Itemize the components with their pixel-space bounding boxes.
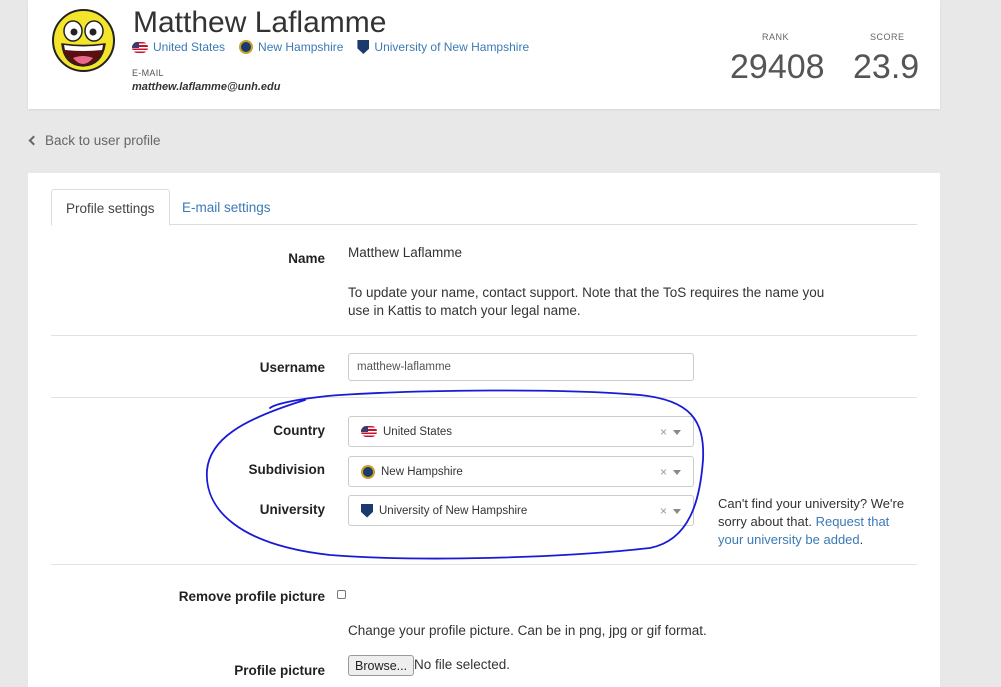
browse-button[interactable]: Browse... bbox=[348, 655, 415, 676]
country-link-label: United States bbox=[153, 40, 226, 54]
name-help-text: To update your name, contact support. No… bbox=[348, 285, 825, 318]
avatar bbox=[52, 9, 115, 72]
chevron-down-icon[interactable] bbox=[673, 470, 681, 475]
picture-help-text: Change your profile picture. Can be in p… bbox=[348, 623, 707, 638]
country-link[interactable]: United States bbox=[132, 40, 225, 54]
subdivision-label: Subdivision bbox=[248, 462, 325, 477]
tab-email-settings[interactable]: E-mail settings bbox=[168, 189, 285, 226]
profile-picture-label: Profile picture bbox=[234, 663, 325, 678]
chevron-down-icon[interactable] bbox=[673, 509, 681, 514]
clear-university-icon[interactable]: × bbox=[660, 504, 667, 518]
university-link[interactable]: University of New Hampshire bbox=[357, 40, 529, 54]
nh-seal-icon bbox=[239, 40, 254, 54]
name-value: Matthew Laflamme bbox=[348, 245, 463, 260]
university-select[interactable]: University of New Hampshire × bbox=[348, 495, 694, 526]
smiley-face-icon bbox=[61, 20, 106, 67]
country-select-value: United States bbox=[383, 425, 453, 438]
divider bbox=[51, 397, 917, 398]
rank-value: 29408 bbox=[730, 48, 825, 86]
clear-country-icon[interactable]: × bbox=[660, 425, 667, 439]
divider bbox=[51, 335, 917, 336]
chevron-down-icon[interactable] bbox=[673, 430, 681, 435]
unh-shield-icon bbox=[357, 40, 370, 54]
chevron-left-icon bbox=[28, 135, 39, 146]
remove-picture-checkbox[interactable] bbox=[337, 590, 346, 599]
country-select[interactable]: United States × bbox=[348, 416, 694, 447]
score-label: SCORE bbox=[870, 32, 905, 42]
clear-subdivision-icon[interactable]: × bbox=[660, 465, 667, 479]
note-period: . bbox=[859, 532, 864, 547]
location-row: United States New Hampshire University o… bbox=[132, 40, 529, 54]
email-label: E-MAIL bbox=[132, 68, 164, 78]
name-label: Name bbox=[288, 251, 325, 266]
score-value: 23.9 bbox=[853, 48, 920, 86]
user-name: Matthew Laflamme bbox=[133, 6, 387, 39]
university-help-note: Can't find your university? We're sorry … bbox=[718, 495, 918, 549]
university-label: University bbox=[259, 502, 325, 517]
divider bbox=[51, 564, 917, 565]
university-select-value: University of New Hampshire bbox=[379, 504, 528, 517]
email-value: matthew.laflamme@unh.edu bbox=[132, 81, 281, 93]
nh-seal-icon bbox=[361, 464, 375, 479]
file-status-text: No file selected. bbox=[414, 657, 511, 672]
university-link-label: University of New Hampshire bbox=[374, 40, 530, 54]
rank-label: RANK bbox=[762, 32, 790, 42]
us-flag-icon bbox=[132, 41, 148, 53]
subdivision-select[interactable]: New Hampshire × bbox=[348, 456, 694, 487]
settings-card: Profile settings E-mail settings Name Ma… bbox=[28, 173, 940, 687]
subdivision-select-value: New Hampshire bbox=[381, 465, 463, 478]
tab-profile-settings[interactable]: Profile settings bbox=[51, 189, 170, 226]
us-flag-icon bbox=[361, 426, 377, 437]
country-label: Country bbox=[273, 423, 325, 438]
subdivision-link-label: New Hampshire bbox=[258, 40, 344, 54]
back-to-profile-link[interactable]: Back to user profile bbox=[28, 133, 161, 148]
unh-shield-icon bbox=[361, 503, 373, 518]
profile-header-card: Matthew Laflamme United States New Hamps… bbox=[28, 0, 940, 109]
subdivision-link[interactable]: New Hampshire bbox=[239, 40, 343, 54]
username-input[interactable] bbox=[348, 353, 694, 381]
back-link-label: Back to user profile bbox=[45, 133, 161, 148]
username-label: Username bbox=[259, 360, 325, 375]
remove-picture-label: Remove profile picture bbox=[178, 589, 325, 604]
settings-tabs: Profile settings E-mail settings bbox=[51, 189, 917, 226]
